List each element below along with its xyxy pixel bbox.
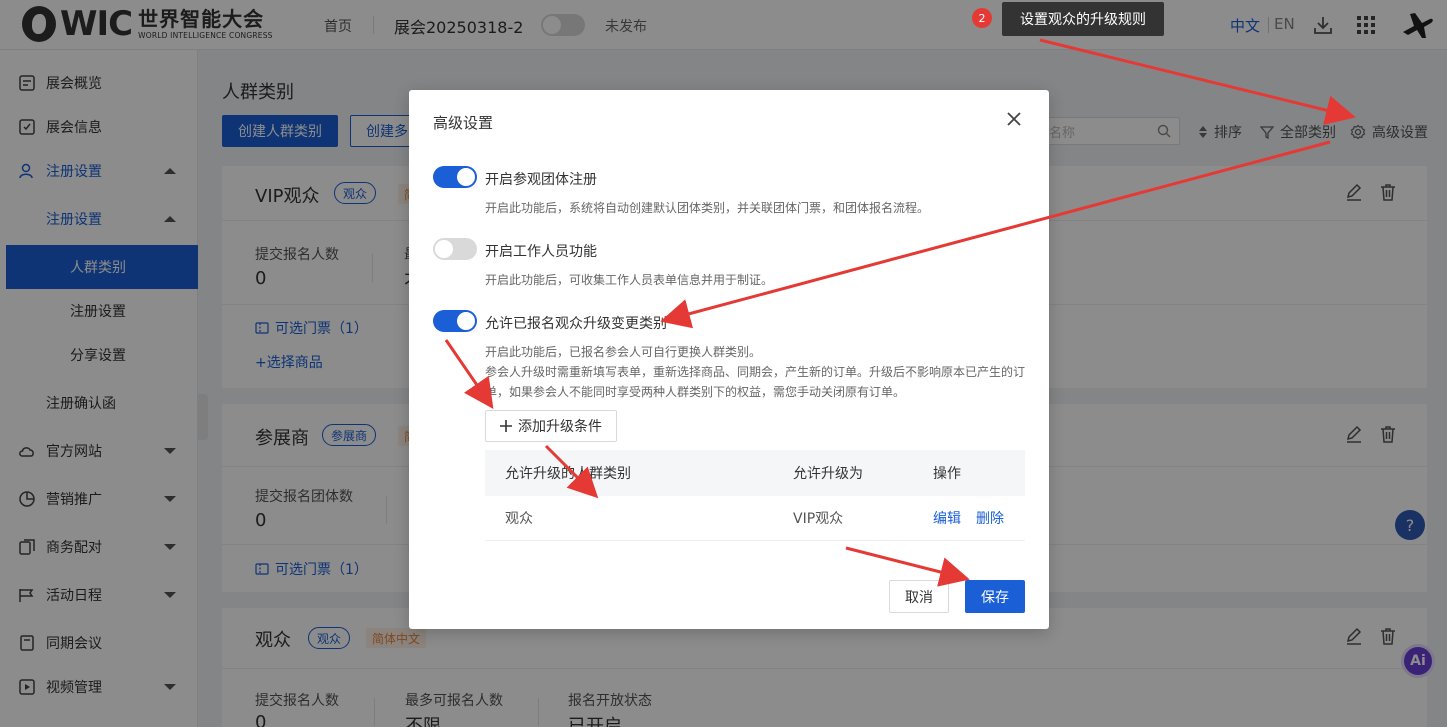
option-label: 开启工作人员功能: [485, 244, 597, 260]
delete-row-link[interactable]: 删除: [976, 496, 1004, 540]
add-upgrade-condition-button[interactable]: 添加升级条件: [485, 410, 617, 442]
column-header: 操作: [933, 466, 961, 482]
advanced-settings-dialog: 高级设置 开启参观团体注册 开启此功能后，系统将自动创建默认团体类别，并关联团体…: [409, 90, 1049, 629]
save-button[interactable]: 保存: [965, 580, 1025, 613]
option-label: 开启参观团体注册: [485, 172, 597, 188]
dialog-title: 高级设置: [433, 114, 494, 132]
staff-feature-toggle[interactable]: [433, 238, 477, 260]
option-description: 开启此功能后，系统将自动创建默认团体类别，并关联团体门票，和团体报名流程。: [485, 201, 930, 215]
audience-upgrade-toggle[interactable]: [433, 310, 477, 332]
plus-icon: [500, 420, 512, 432]
upgrade-from-cell: 观众: [505, 511, 533, 527]
upgrade-table-header: 允许升级的人群类别 允许升级为 操作: [485, 450, 1025, 496]
upgrade-to-cell: VIP观众: [793, 511, 844, 527]
close-icon[interactable]: [1005, 110, 1023, 128]
option-description-line2: 参会人升级时需重新填写表单，重新选择商品、同期会，产生新的订单。升级后不影响原本…: [485, 365, 1026, 379]
column-header: 允许升级为: [793, 466, 863, 482]
annotation-step-badge: 2: [972, 8, 992, 28]
annotation-tooltip: 设置观众的升级规则: [1002, 2, 1164, 36]
group-registration-toggle[interactable]: [433, 166, 477, 188]
edit-row-link[interactable]: 编辑: [933, 496, 961, 540]
add-upgrade-condition-label: 添加升级条件: [518, 419, 602, 435]
option-description: 开启此功能后，已报名参会人可自行更换人群类别。: [485, 345, 762, 359]
option-description-line3: 单，如果参会人不能同时享受两种人群类别下的权益，需您手动关闭原有订单。: [485, 385, 906, 399]
option-description: 开启此功能后，可收集工作人员表单信息并用于制证。: [485, 273, 774, 287]
cancel-button[interactable]: 取消: [889, 580, 949, 613]
table-row: 观众 VIP观众 编辑 删除: [485, 496, 1025, 541]
column-header: 允许升级的人群类别: [505, 466, 631, 482]
option-label: 允许已报名观众升级变更类别: [485, 316, 667, 332]
